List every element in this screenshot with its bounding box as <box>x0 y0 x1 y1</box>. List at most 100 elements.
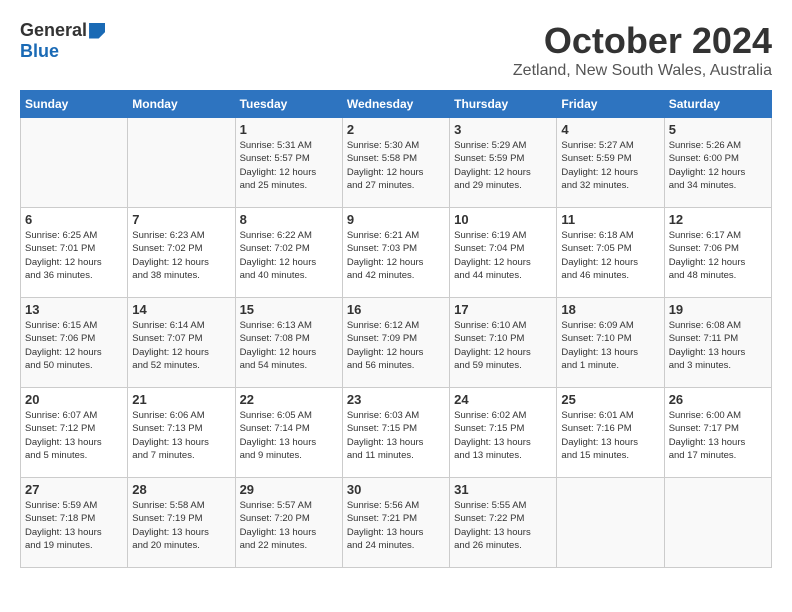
day-info: Sunrise: 5:26 AM Sunset: 6:00 PM Dayligh… <box>669 140 746 191</box>
calendar-cell <box>128 118 235 208</box>
day-info: Sunrise: 5:30 AM Sunset: 5:58 PM Dayligh… <box>347 140 424 191</box>
header-day-sunday: Sunday <box>21 91 128 118</box>
day-number: 21 <box>132 392 230 407</box>
calendar-cell: 13 Sunrise: 6:15 AM Sunset: 7:06 PM Dayli… <box>21 298 128 388</box>
day-number: 28 <box>132 482 230 497</box>
header-day-tuesday: Tuesday <box>235 91 342 118</box>
day-info: Sunrise: 6:00 AM Sunset: 7:17 PM Dayligh… <box>669 410 746 461</box>
day-number: 7 <box>132 212 230 227</box>
day-number: 23 <box>347 392 445 407</box>
header-row: SundayMondayTuesdayWednesdayThursdayFrid… <box>21 91 772 118</box>
day-info: Sunrise: 6:08 AM Sunset: 7:11 PM Dayligh… <box>669 320 746 371</box>
calendar-cell: 10Sunrise: 6:19 AM Sunset: 7:04 PM Dayli… <box>450 208 557 298</box>
day-info: Sunrise: 6:10 AM Sunset: 7:10 PM Dayligh… <box>454 320 531 371</box>
calendar-cell: 11 Sunrise: 6:18 AM Sunset: 7:05 PM Dayli… <box>557 208 664 298</box>
day-number: 17 <box>454 302 552 317</box>
day-info: Sunrise: 6:09 AM Sunset: 7:10 PM Dayligh… <box>561 320 638 371</box>
calendar-cell: 17 Sunrise: 6:10 AM Sunset: 7:10 PM Dayli… <box>450 298 557 388</box>
day-number: 1 <box>240 122 338 137</box>
calendar-table: SundayMondayTuesdayWednesdayThursdayFrid… <box>20 90 772 568</box>
calendar-cell: 27Sunrise: 5:59 AM Sunset: 7:18 PM Dayli… <box>21 478 128 568</box>
calendar-cell: 16Sunrise: 6:12 AM Sunset: 7:09 PM Dayli… <box>342 298 449 388</box>
calendar-cell: 24 Sunrise: 6:02 AM Sunset: 7:15 PM Dayli… <box>450 388 557 478</box>
day-number: 22 <box>240 392 338 407</box>
day-number: 26 <box>669 392 767 407</box>
day-info: Sunrise: 6:13 AM Sunset: 7:08 PM Dayligh… <box>240 320 317 371</box>
day-number: 25 <box>561 392 659 407</box>
day-info: Sunrise: 5:29 AM Sunset: 5:59 PM Dayligh… <box>454 140 531 191</box>
calendar-cell: 6Sunrise: 6:25 AM Sunset: 7:01 PM Daylig… <box>21 208 128 298</box>
day-info: Sunrise: 5:56 AM Sunset: 7:21 PM Dayligh… <box>347 500 424 551</box>
day-number: 4 <box>561 122 659 137</box>
day-number: 29 <box>240 482 338 497</box>
logo-general-text: General <box>20 20 87 41</box>
calendar-cell: 26 Sunrise: 6:00 AM Sunset: 7:17 PM Dayli… <box>664 388 771 478</box>
day-number: 15 <box>240 302 338 317</box>
day-number: 24 <box>454 392 552 407</box>
day-number: 11 <box>561 212 659 227</box>
calendar-cell: 12 Sunrise: 6:17 AM Sunset: 7:06 PM Dayli… <box>664 208 771 298</box>
day-info: Sunrise: 6:18 AM Sunset: 7:05 PM Dayligh… <box>561 230 638 281</box>
day-info: Sunrise: 6:15 AM Sunset: 7:06 PM Dayligh… <box>25 320 102 371</box>
day-info: Sunrise: 6:02 AM Sunset: 7:15 PM Dayligh… <box>454 410 531 461</box>
calendar-cell: 9 Sunrise: 6:21 AM Sunset: 7:03 PM Daylig… <box>342 208 449 298</box>
header-day-monday: Monday <box>128 91 235 118</box>
day-number: 18 <box>561 302 659 317</box>
calendar-cell: 15 Sunrise: 6:13 AM Sunset: 7:08 PM Dayli… <box>235 298 342 388</box>
calendar-cell: 21 Sunrise: 6:06 AM Sunset: 7:13 PM Dayli… <box>128 388 235 478</box>
day-info: Sunrise: 6:01 AM Sunset: 7:16 PM Dayligh… <box>561 410 638 461</box>
day-info: Sunrise: 6:03 AM Sunset: 7:15 PM Dayligh… <box>347 410 424 461</box>
week-row-3: 13 Sunrise: 6:15 AM Sunset: 7:06 PM Dayli… <box>21 298 772 388</box>
day-info: Sunrise: 6:14 AM Sunset: 7:07 PM Dayligh… <box>132 320 209 371</box>
day-number: 12 <box>669 212 767 227</box>
week-row-5: 27Sunrise: 5:59 AM Sunset: 7:18 PM Dayli… <box>21 478 772 568</box>
day-number: 13 <box>25 302 123 317</box>
day-info: Sunrise: 6:06 AM Sunset: 7:13 PM Dayligh… <box>132 410 209 461</box>
day-number: 8 <box>240 212 338 227</box>
day-info: Sunrise: 6:22 AM Sunset: 7:02 PM Dayligh… <box>240 230 317 281</box>
calendar-cell: 19Sunrise: 6:08 AM Sunset: 7:11 PM Dayli… <box>664 298 771 388</box>
calendar-cell <box>557 478 664 568</box>
day-info: Sunrise: 5:27 AM Sunset: 5:59 PM Dayligh… <box>561 140 638 191</box>
day-info: Sunrise: 6:23 AM Sunset: 7:02 PM Dayligh… <box>132 230 209 281</box>
calendar-cell: 22Sunrise: 6:05 AM Sunset: 7:14 PM Dayli… <box>235 388 342 478</box>
day-info: Sunrise: 6:12 AM Sunset: 7:09 PM Dayligh… <box>347 320 424 371</box>
calendar-cell: 23 Sunrise: 6:03 AM Sunset: 7:15 PM Dayli… <box>342 388 449 478</box>
header-day-friday: Friday <box>557 91 664 118</box>
month-title: October 2024 <box>513 20 772 62</box>
week-row-4: 20 Sunrise: 6:07 AM Sunset: 7:12 PM Dayli… <box>21 388 772 478</box>
day-number: 30 <box>347 482 445 497</box>
logo-blue-text: Blue <box>20 41 59 62</box>
logo-icon <box>89 23 105 39</box>
header: General Blue October 2024 Zetland, New S… <box>20 20 772 80</box>
week-row-1: 1Sunrise: 5:31 AM Sunset: 5:57 PM Daylig… <box>21 118 772 208</box>
day-info: Sunrise: 6:17 AM Sunset: 7:06 PM Dayligh… <box>669 230 746 281</box>
day-number: 3 <box>454 122 552 137</box>
day-info: Sunrise: 6:07 AM Sunset: 7:12 PM Dayligh… <box>25 410 102 461</box>
calendar-cell: 18 Sunrise: 6:09 AM Sunset: 7:10 PM Dayli… <box>557 298 664 388</box>
day-number: 5 <box>669 122 767 137</box>
calendar-cell: 14Sunrise: 6:14 AM Sunset: 7:07 PM Dayli… <box>128 298 235 388</box>
week-row-2: 6Sunrise: 6:25 AM Sunset: 7:01 PM Daylig… <box>21 208 772 298</box>
calendar-cell: 29 Sunrise: 5:57 AM Sunset: 7:20 PM Dayli… <box>235 478 342 568</box>
calendar-cell: 7 Sunrise: 6:23 AM Sunset: 7:02 PM Daylig… <box>128 208 235 298</box>
header-day-thursday: Thursday <box>450 91 557 118</box>
calendar-cell: 5 Sunrise: 5:26 AM Sunset: 6:00 PM Daylig… <box>664 118 771 208</box>
header-day-wednesday: Wednesday <box>342 91 449 118</box>
day-info: Sunrise: 5:58 AM Sunset: 7:19 PM Dayligh… <box>132 500 209 551</box>
calendar-cell <box>21 118 128 208</box>
day-number: 20 <box>25 392 123 407</box>
calendar-cell: 1Sunrise: 5:31 AM Sunset: 5:57 PM Daylig… <box>235 118 342 208</box>
day-number: 9 <box>347 212 445 227</box>
day-number: 10 <box>454 212 552 227</box>
day-number: 31 <box>454 482 552 497</box>
calendar-cell: 30 Sunrise: 5:56 AM Sunset: 7:21 PM Dayli… <box>342 478 449 568</box>
header-day-saturday: Saturday <box>664 91 771 118</box>
calendar-cell: 28 Sunrise: 5:58 AM Sunset: 7:19 PM Dayli… <box>128 478 235 568</box>
day-info: Sunrise: 5:57 AM Sunset: 7:20 PM Dayligh… <box>240 500 317 551</box>
calendar-cell <box>664 478 771 568</box>
location-title: Zetland, New South Wales, Australia <box>513 62 772 80</box>
calendar-cell: 20 Sunrise: 6:07 AM Sunset: 7:12 PM Dayli… <box>21 388 128 478</box>
day-number: 6 <box>25 212 123 227</box>
day-info: Sunrise: 6:21 AM Sunset: 7:03 PM Dayligh… <box>347 230 424 281</box>
